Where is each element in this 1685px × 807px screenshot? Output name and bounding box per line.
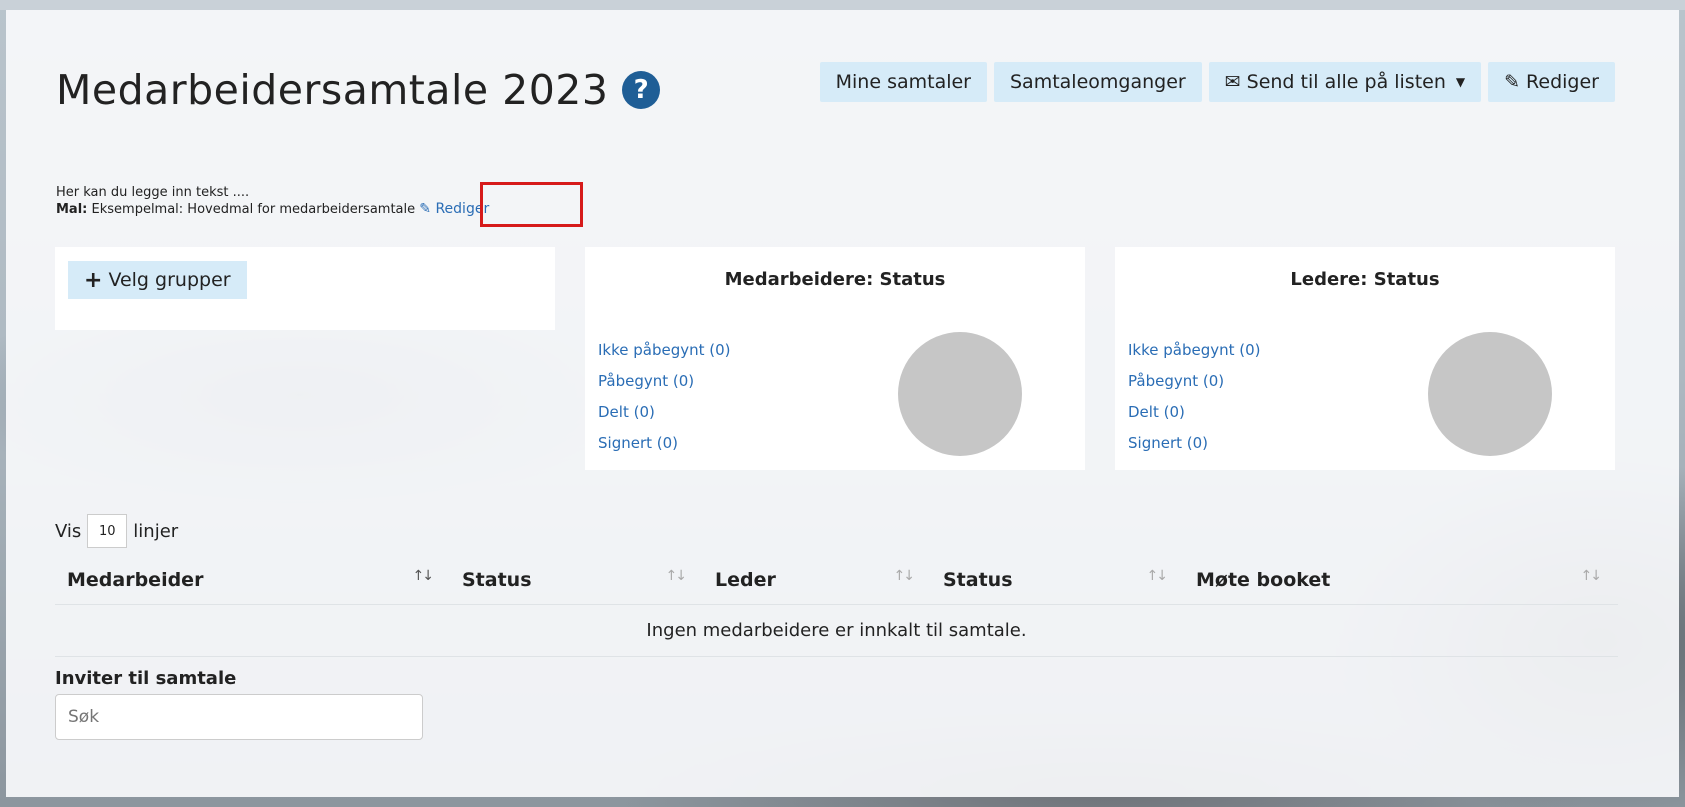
page-length-prefix: Vis	[55, 520, 82, 542]
sort-icon: ↑↓	[665, 568, 688, 584]
employees-status-list: Ikke påbegynt (0) Påbegynt (0) Delt (0) …	[598, 335, 731, 459]
sort-icon: ↑↓	[893, 568, 916, 584]
employees-status-pie-chart	[898, 332, 1022, 456]
edit-button[interactable]: ✎ Rediger	[1488, 62, 1615, 102]
sort-icon: ↑↓	[1580, 568, 1603, 584]
status-link-shared[interactable]: Delt (0)	[598, 397, 731, 428]
my-conversations-button[interactable]: Mine samtaler	[819, 62, 987, 102]
column-header-status[interactable]: Status ↑↓	[450, 556, 703, 605]
page-length-value: 10	[99, 523, 116, 539]
invite-label: Inviter til samtale	[55, 668, 237, 689]
send-to-all-button[interactable]: ✉ Send til alle på listen ▼	[1208, 62, 1482, 102]
status-link-signed[interactable]: Signert (0)	[598, 428, 731, 459]
template-edit-link[interactable]: ✎ Rediger	[419, 201, 489, 217]
employees-status-card: Medarbeidere: Status Ikke påbegynt (0) P…	[585, 247, 1085, 470]
sort-icon: ↑↓	[1146, 568, 1169, 584]
leaders-status-list: Ikke påbegynt (0) Påbegynt (0) Delt (0) …	[1128, 335, 1261, 459]
conversation-rounds-button[interactable]: Samtaleomganger	[994, 62, 1202, 102]
edit-icon: ✎	[1504, 71, 1521, 93]
conversations-table: Medarbeider ↑↓ Status ↑↓ Leder ↑↓ Status ↑↓ …	[55, 556, 1618, 657]
empty-table-message: Ingen medarbeidere er innkalt til samtal…	[55, 604, 1618, 657]
column-label: Leder	[715, 568, 776, 591]
table-header-row: Medarbeider ↑↓ Status ↑↓ Leder ↑↓ Status ↑↓ …	[55, 556, 1618, 605]
intro-description: Her kan du legge inn tekst ....	[56, 185, 250, 200]
page-length-suffix: linjer	[133, 520, 179, 542]
sort-icon: ↑↓	[412, 568, 435, 584]
column-header-employee[interactable]: Medarbeider ↑↓	[55, 556, 450, 605]
select-groups-button[interactable]: + Velg grupper	[68, 261, 247, 299]
status-link-signed[interactable]: Signert (0)	[1128, 428, 1261, 459]
column-label: Status	[943, 568, 1013, 591]
leaders-status-card: Ledere: Status Ikke påbegynt (0) Påbegyn…	[1115, 247, 1615, 470]
template-label: Mal:	[56, 202, 88, 217]
column-label: Status	[462, 568, 532, 591]
intro-text: Her kan du legge inn tekst .... Mal: Eks…	[56, 184, 489, 218]
column-label: Møte booket	[1196, 568, 1331, 591]
status-link-started[interactable]: Påbegynt (0)	[1128, 366, 1261, 397]
edit-label: Rediger	[1526, 71, 1599, 93]
page-title: Medarbeidersamtale 2023 ?	[56, 66, 661, 114]
page-title-text: Medarbeidersamtale 2023	[56, 66, 609, 114]
employees-status-title: Medarbeidere: Status	[724, 269, 946, 290]
groups-card: + Velg grupper	[55, 247, 555, 330]
select-groups-label: Velg grupper	[108, 269, 231, 291]
status-link-shared[interactable]: Delt (0)	[1128, 397, 1261, 428]
template-value: Eksempelmal: Hovedmal for medarbeidersam…	[91, 202, 416, 217]
question-circle-icon[interactable]: ?	[622, 71, 661, 109]
top-bar	[0, 0, 1685, 10]
column-label: Medarbeider	[67, 568, 204, 591]
status-link-started[interactable]: Påbegynt (0)	[598, 366, 731, 397]
page-length-select[interactable]: 10	[87, 514, 128, 548]
edit-icon: ✎	[419, 201, 431, 217]
status-link-not-started[interactable]: Ikke påbegynt (0)	[1128, 335, 1261, 366]
invite-search-input[interactable]	[55, 694, 423, 740]
page-length-control: Vis 10 linjer	[55, 514, 178, 548]
my-conversations-label: Mine samtaler	[835, 71, 971, 93]
column-header-leader-status[interactable]: Status ↑↓	[931, 556, 1184, 605]
table-row: Ingen medarbeidere er innkalt til samtal…	[55, 604, 1618, 657]
column-header-leader[interactable]: Leder ↑↓	[703, 556, 931, 605]
template-line: Mal: Eksempelmal: Hovedmal for medarbeid…	[56, 201, 489, 218]
column-header-meeting-booked[interactable]: Møte booket ↑↓	[1184, 556, 1618, 605]
plus-icon: +	[84, 267, 103, 293]
leaders-status-title: Ledere: Status	[1290, 269, 1440, 290]
status-link-not-started[interactable]: Ikke påbegynt (0)	[598, 335, 731, 366]
caret-down-icon: ▼	[1455, 75, 1466, 89]
send-to-all-label: Send til alle på listen	[1246, 71, 1446, 93]
conversation-rounds-label: Samtaleomganger	[1010, 71, 1186, 93]
leaders-status-pie-chart	[1428, 332, 1552, 456]
toolbar: Mine samtaler Samtaleomganger ✉ Send til…	[819, 62, 1615, 102]
envelope-icon: ✉	[1224, 71, 1241, 93]
highlight-box	[480, 182, 583, 227]
